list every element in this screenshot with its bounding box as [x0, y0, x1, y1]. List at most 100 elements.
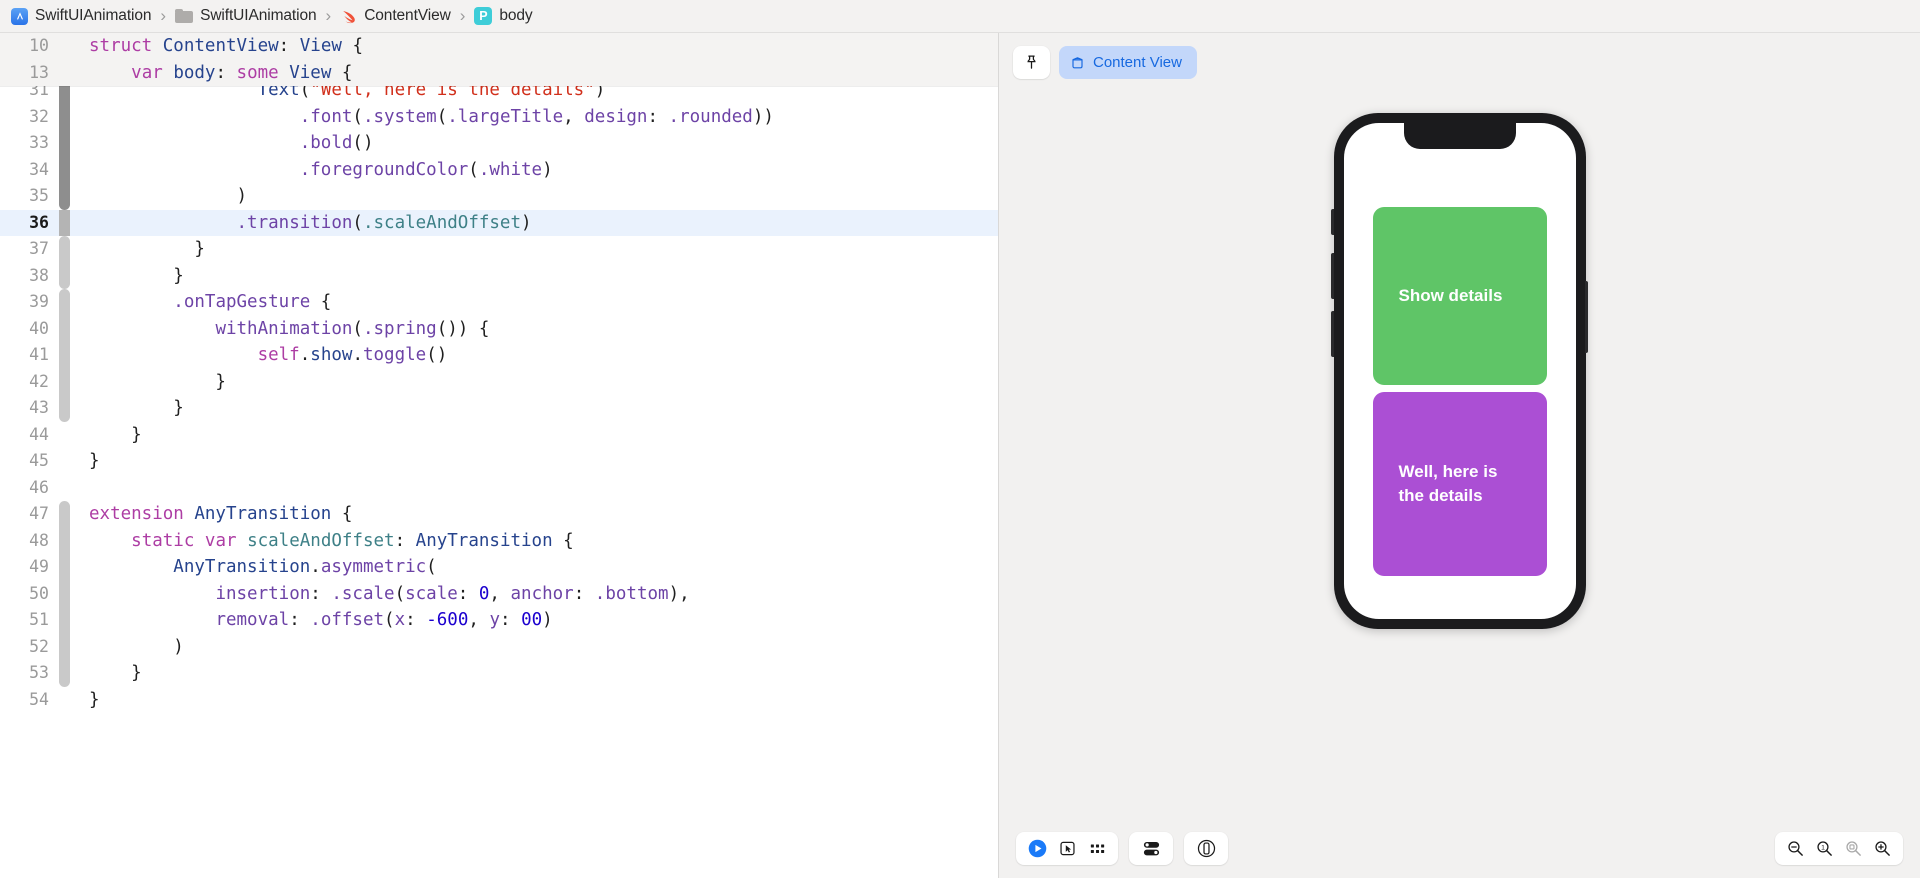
breadcrumb-item-file[interactable]: ContentView: [338, 7, 453, 25]
code-fold-ribbon[interactable]: [59, 289, 70, 316]
line-number: 32: [0, 104, 59, 131]
line-number: 51: [0, 607, 59, 634]
code-text: .bold(): [70, 130, 998, 157]
code-fold-ribbon[interactable]: [59, 554, 70, 581]
code-fold-ribbon[interactable]: [59, 236, 70, 263]
code-text: extension AnyTransition {: [70, 501, 998, 528]
code-line[interactable]: 48 static var scaleAndOffset: AnyTransit…: [0, 528, 998, 555]
code-line[interactable]: 13 var body: some View {: [0, 60, 998, 87]
swift-file-icon: [340, 8, 357, 25]
cursor-frame-icon: [1058, 839, 1077, 858]
code-fold-ribbon[interactable]: [59, 210, 70, 237]
line-number: 54: [0, 687, 59, 714]
magnifier-plus-icon: [1873, 839, 1892, 858]
code-line[interactable]: 10struct ContentView: View {: [0, 33, 998, 60]
preview-badge-icon: P: [474, 7, 492, 25]
zoom-in-button[interactable]: [1869, 836, 1896, 862]
code-line[interactable]: 35 ): [0, 183, 998, 210]
code-line[interactable]: 54}: [0, 687, 998, 714]
variants-button[interactable]: [1084, 836, 1110, 862]
code-fold-ribbon[interactable]: [59, 501, 70, 528]
pin-preview-button[interactable]: [1013, 46, 1050, 79]
details-card[interactable]: Well, here isthe details: [1373, 392, 1547, 576]
code-line[interactable]: 41 self.show.toggle(): [0, 342, 998, 369]
code-line[interactable]: 38 }: [0, 263, 998, 290]
code-fold-ribbon[interactable]: [59, 342, 70, 369]
breadcrumb-item-group[interactable]: SwiftUIAnimation: [173, 7, 318, 25]
line-number: 38: [0, 263, 59, 290]
code-line[interactable]: 33 .bold(): [0, 130, 998, 157]
code-line[interactable]: 37 }: [0, 236, 998, 263]
code-line[interactable]: 52 ): [0, 634, 998, 661]
preview-device-group: [1184, 832, 1228, 865]
code-line[interactable]: 40 withAnimation(.spring()) {: [0, 316, 998, 343]
code-line[interactable]: 32 .font(.system(.largeTitle, design: .r…: [0, 104, 998, 131]
code-line[interactable]: 46: [0, 475, 998, 502]
code-line[interactable]: 39 .onTapGesture {: [0, 289, 998, 316]
zoom-fit-button[interactable]: [1840, 836, 1867, 862]
code-fold-ribbon[interactable]: [59, 263, 70, 290]
code-line[interactable]: 49 AnyTransition.asymmetric(: [0, 554, 998, 581]
breadcrumb-bar: SwiftUIAnimation › SwiftUIAnimation › Co…: [0, 0, 1920, 33]
code-line[interactable]: 44 }: [0, 422, 998, 449]
code-fold-ribbon[interactable]: [59, 660, 70, 687]
code-fold-ribbon[interactable]: [59, 157, 70, 184]
code-line[interactable]: 34 .foregroundColor(.white): [0, 157, 998, 184]
code-text: AnyTransition.asymmetric(: [70, 554, 998, 581]
code-fold-ribbon[interactable]: [59, 422, 70, 449]
sticky-scope-header: 10struct ContentView: View {13 var body:…: [0, 33, 998, 86]
show-details-card[interactable]: Show details: [1373, 207, 1547, 385]
source-editor[interactable]: 10struct ContentView: View {13 var body:…: [0, 33, 998, 878]
preview-zoom-controls: 1: [1775, 832, 1903, 865]
show-details-card-label: Show details: [1399, 284, 1503, 308]
code-line[interactable]: 47extension AnyTransition {: [0, 501, 998, 528]
breadcrumb-item-project[interactable]: SwiftUIAnimation: [9, 7, 153, 25]
device-bezel-button[interactable]: [1193, 836, 1219, 862]
code-fold-ribbon[interactable]: [59, 395, 70, 422]
code-fold-ribbon[interactable]: [59, 316, 70, 343]
preview-target-chip[interactable]: Content View: [1059, 46, 1197, 79]
line-number: 37: [0, 236, 59, 263]
code-fold-ribbon[interactable]: [59, 581, 70, 608]
code-fold-ribbon[interactable]: [59, 475, 70, 502]
code-fold-ribbon[interactable]: [59, 687, 70, 714]
code-fold-ribbon[interactable]: [59, 369, 70, 396]
device-settings-button[interactable]: [1138, 836, 1164, 862]
play-circle-icon: [1027, 838, 1048, 859]
line-number: 46: [0, 475, 59, 502]
zoom-actual-button[interactable]: 1: [1811, 836, 1838, 862]
volume-down-button: [1331, 311, 1334, 357]
play-button[interactable]: [1024, 836, 1050, 862]
code-fold-ribbon[interactable]: [59, 607, 70, 634]
code-line[interactable]: 51 removal: .offset(x: -600, y: 00): [0, 607, 998, 634]
code-line[interactable]: 45}: [0, 448, 998, 475]
line-number: 42: [0, 369, 59, 396]
line-number: 10: [0, 33, 59, 60]
inspect-button[interactable]: [1054, 836, 1080, 862]
breadcrumb-item-symbol[interactable]: P body: [472, 7, 534, 25]
code-text: withAnimation(.spring()) {: [70, 316, 998, 343]
code-line[interactable]: 42 }: [0, 369, 998, 396]
code-fold-ribbon[interactable]: [59, 634, 70, 661]
cube-icon: [1070, 55, 1085, 71]
code-text: }: [70, 395, 998, 422]
code-line[interactable]: 36 .transition(.scaleAndOffset): [0, 210, 998, 237]
volume-up-button: [1331, 253, 1334, 299]
code-lines-container[interactable]: 31 Text("Well, here is the details")32 .…: [0, 33, 998, 878]
zoom-out-button[interactable]: [1782, 836, 1809, 862]
code-line[interactable]: 43 }: [0, 395, 998, 422]
code-line[interactable]: 50 insertion: .scale(scale: 0, anchor: .…: [0, 581, 998, 608]
code-fold-ribbon[interactable]: [59, 104, 70, 131]
device-screen[interactable]: Show details Well, here isthe details: [1344, 123, 1576, 619]
code-fold-ribbon[interactable]: [59, 130, 70, 157]
code-fold-ribbon[interactable]: [59, 183, 70, 210]
code-fold-ribbon[interactable]: [59, 528, 70, 555]
code-fold-ribbon[interactable]: [59, 33, 70, 60]
sliders-icon: [1141, 839, 1162, 858]
code-line[interactable]: 53 }: [0, 660, 998, 687]
breadcrumb-separator: ›: [453, 6, 473, 26]
code-fold-ribbon[interactable]: [59, 448, 70, 475]
code-fold-ribbon[interactable]: [59, 60, 70, 87]
preview-canvas[interactable]: Content View Show details Well,: [998, 33, 1920, 878]
editor-preview-split: 10struct ContentView: View {13 var body:…: [0, 33, 1920, 878]
